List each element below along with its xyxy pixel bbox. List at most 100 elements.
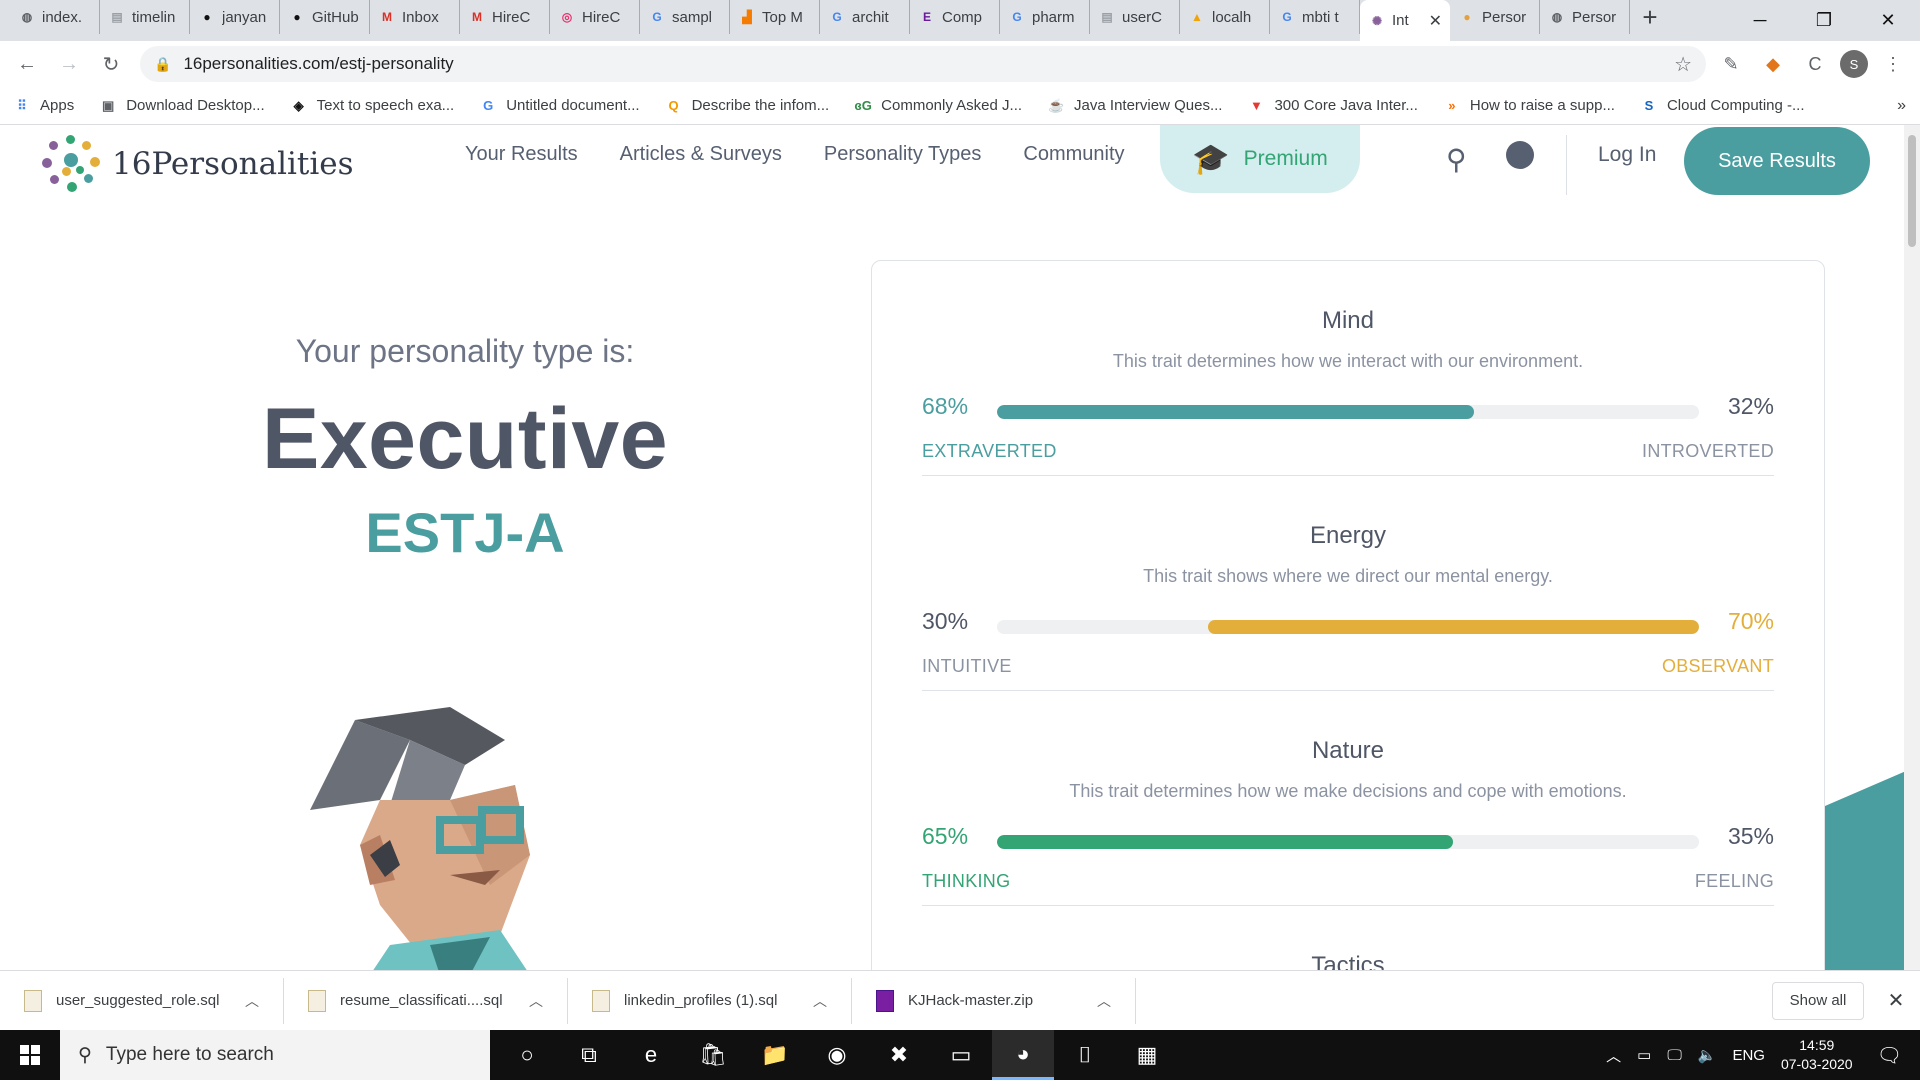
login-link[interactable]: Log In (1598, 143, 1656, 167)
browser-tab[interactable]: ▤ userC (1090, 0, 1180, 34)
bookmark-star-icon[interactable]: ☆ (1674, 52, 1692, 77)
bookmark-item[interactable]: ɞG Commonly Asked J... (854, 97, 1022, 114)
browser-tab[interactable]: ✺ Int ✕ (1360, 0, 1450, 41)
browser-tab[interactable]: M HireC (460, 0, 550, 34)
file-explorer-icon[interactable]: 📁 (744, 1030, 806, 1080)
browser-tab[interactable]: Gmbti t (1270, 0, 1360, 34)
show-all-downloads-button[interactable]: Show all (1772, 981, 1864, 1020)
bookmark-item[interactable]: Q Describe the infom... (666, 97, 830, 114)
nav-articles-surveys[interactable]: Articles & Surveys (620, 143, 782, 166)
edge-icon[interactable]: e (620, 1030, 682, 1080)
bracket-icon[interactable]: ⌷ (1054, 1030, 1116, 1080)
network-icon[interactable]: 🖵 (1667, 1047, 1681, 1064)
browser-tab[interactable]: ◍ Persor (1540, 0, 1630, 34)
notifications-icon[interactable]: 🗨 (1877, 1043, 1902, 1068)
chevron-up-icon[interactable]: ︿ (1097, 991, 1111, 1011)
safari-icon[interactable]: ◉ (806, 1030, 868, 1080)
bookmark-item[interactable]: ◈ Text to speech exa... (291, 97, 455, 114)
browser-toolbar: ← → ↻ 🔒 16personalities.com/estj-persona… (0, 41, 1920, 87)
browser-tab[interactable]: E Comp (910, 0, 1000, 34)
save-results-button[interactable]: Save Results (1684, 127, 1870, 195)
chevron-up-icon[interactable]: ︿ (813, 991, 827, 1011)
minimize-button[interactable]: ─ (1728, 0, 1792, 41)
back-button[interactable]: ← (10, 47, 44, 81)
nav-personality-types[interactable]: Personality Types (824, 143, 982, 166)
trait-name: Nature (1311, 737, 1385, 764)
winrar-icon[interactable]: ▦ (1116, 1030, 1178, 1080)
windows-logo-icon (20, 1045, 40, 1065)
volume-icon[interactable]: 🔈 (1698, 1046, 1717, 1064)
menu-kebab-icon[interactable]: ⋮ (1876, 47, 1910, 81)
forward-button[interactable]: → (52, 47, 86, 81)
tab-label: timelin (132, 8, 176, 26)
chrome-icon[interactable]: ◕ (992, 1030, 1054, 1080)
browser-tab[interactable]: ▲ localh (1180, 0, 1270, 34)
extension-c-icon[interactable]: C (1798, 47, 1832, 81)
profile-avatar[interactable]: S (1840, 50, 1868, 78)
close-download-shelf-button[interactable]: ✕ (1878, 988, 1914, 1013)
bookmark-label: 300 Core Java Inter... (1274, 97, 1418, 114)
bookmark-item[interactable]: ☕ Java Interview Ques... (1048, 97, 1223, 114)
maximize-button[interactable]: ❐ (1792, 0, 1856, 41)
tray-chevron-icon[interactable]: ︿ (1606, 1045, 1621, 1066)
download-item[interactable]: KJHack-master.zip ︿ (852, 977, 1136, 1024)
browser-tab[interactable]: ▤ timelin (100, 0, 190, 34)
premium-button[interactable]: 🎓 Premium (1160, 125, 1360, 193)
reload-button[interactable]: ↻ (94, 47, 128, 81)
chevron-up-icon[interactable]: ︿ (245, 991, 259, 1011)
address-bar[interactable]: 🔒 16personalities.com/estj-personality ☆ (140, 46, 1706, 82)
browser-tab[interactable]: M Inbox (370, 0, 460, 34)
task-view-icon[interactable]: ⧉ (558, 1030, 620, 1080)
page-scrollbar[interactable] (1904, 125, 1920, 970)
browser-tab[interactable]: ● janyan (190, 0, 280, 34)
browser-tab[interactable]: Gsampl (640, 0, 730, 34)
start-button[interactable] (0, 1030, 60, 1080)
github-icon: ● (203, 10, 211, 24)
bookmark-item[interactable]: G Untitled document... (480, 97, 639, 114)
language-indicator[interactable]: ENG (1732, 1047, 1765, 1064)
nav-community[interactable]: Community (1023, 143, 1124, 166)
download-item[interactable]: linkedin_profiles (1).sql ︿ (568, 977, 852, 1024)
browser-tab[interactable]: ● GitHub (280, 0, 370, 34)
terminal-icon[interactable]: ▭ (930, 1030, 992, 1080)
browser-tab[interactable]: Garchit (820, 0, 910, 34)
browser-tab[interactable]: ▟ Top M (730, 0, 820, 34)
globe-icon[interactable] (1506, 141, 1534, 169)
close-window-button[interactable]: ✕ (1856, 0, 1920, 41)
chevron-up-icon[interactable]: ︿ (529, 991, 543, 1011)
bookmark-item[interactable]: ▼ 300 Core Java Inter... (1248, 97, 1418, 114)
tab-label: archit (852, 8, 889, 26)
close-tab-icon[interactable]: ✕ (1429, 11, 1442, 31)
edureka-icon: E (922, 10, 931, 24)
gmail-icon: M (472, 10, 482, 24)
tab-label: janyan (222, 8, 267, 26)
bookmark-label: Apps (40, 97, 75, 114)
bookmarks-overflow-button[interactable]: » (1897, 97, 1906, 115)
bookmark-item[interactable]: ⠿ Apps (14, 97, 74, 114)
battery-icon[interactable]: ▭ (1637, 1046, 1651, 1064)
taskbar-search-box[interactable]: ⚲ Type here to search (60, 1030, 490, 1080)
search-icon[interactable]: ⚲ (1446, 143, 1467, 176)
download-item[interactable]: user_suggested_role.sql ︿ (0, 977, 284, 1024)
nav-your-results[interactable]: Your Results (465, 143, 578, 166)
browser-tab[interactable]: ● Persor (1450, 0, 1540, 34)
new-tab-button[interactable]: + (1630, 0, 1670, 34)
metamask-fox-icon[interactable]: ◆ (1756, 47, 1790, 81)
browser-tab[interactable]: ◍ index. (10, 0, 100, 34)
extension-pen-icon[interactable]: ✎ (1714, 47, 1748, 81)
browser-tab[interactable]: ◎ HireC (550, 0, 640, 34)
clock[interactable]: 14:59 07-03-2020 (1781, 1036, 1853, 1074)
bookmark-item[interactable]: » How to raise a supp... (1444, 97, 1615, 114)
reload-icon: ↻ (102, 53, 120, 76)
browser-tab[interactable]: Gpharm (1000, 0, 1090, 34)
store-icon[interactable]: 🛍 (682, 1030, 744, 1080)
xampp-icon[interactable]: ✖ (868, 1030, 930, 1080)
scrollbar-thumb[interactable] (1908, 135, 1916, 247)
bookmarks-bar: ⠿ Apps ▣ Download Desktop... ◈ Text to speech… (0, 87, 1920, 125)
tab-label: sampl (672, 8, 713, 26)
download-item[interactable]: resume_classificati....sql ︿ (284, 977, 568, 1024)
bookmark-item[interactable]: ▣ Download Desktop... (100, 97, 265, 114)
site-logo[interactable]: 16Personalities (40, 133, 354, 195)
bookmark-item[interactable]: S Cloud Computing -... (1641, 97, 1805, 114)
cortana-icon[interactable]: ○ (496, 1030, 558, 1080)
